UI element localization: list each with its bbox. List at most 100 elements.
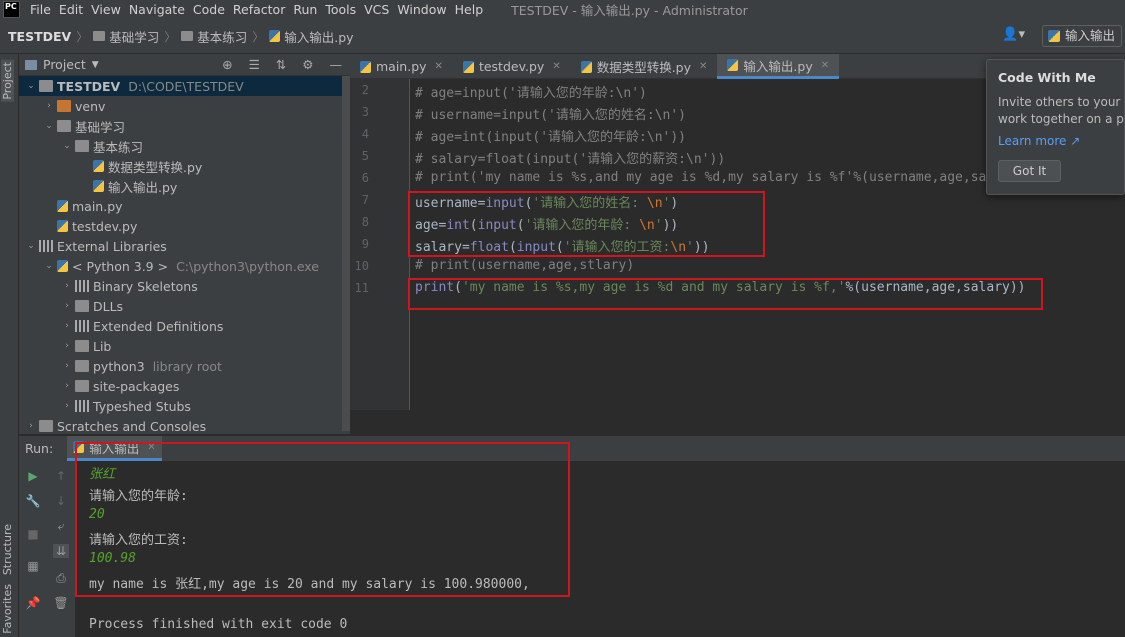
up-arrow-icon[interactable]: ↑ [53,469,69,483]
menu-navigate[interactable]: Navigate [125,2,189,17]
tree-item[interactable]: 输入输出.py [19,176,350,196]
chevron-right-icon[interactable]: › [61,301,73,311]
folder-icon [75,380,89,392]
tree-item[interactable]: ⌄ < Python 3.9 > C:\python3\python.exe [19,256,350,276]
chevron-down-icon[interactable]: ⌄ [61,141,73,151]
tree-item[interactable]: › site-packages [19,376,350,396]
locate-icon[interactable]: ⊕ [222,57,232,72]
tree-item[interactable]: › Extended Definitions [19,316,350,336]
chevron-right-icon[interactable]: › [25,421,37,431]
breadcrumb-item[interactable]: 基本练习 [181,27,247,46]
tree-item[interactable]: testdev.py [19,216,350,236]
tree-item[interactable]: ⌄ 基础学习 [19,116,350,136]
tree-item-label: 基础学习 [75,119,126,135]
editor-tab[interactable]: main.py ✕ [350,54,453,79]
tree-item[interactable]: › Typeshed Stubs [19,396,350,416]
chevron-down-icon[interactable]: ⌄ [25,241,37,251]
gear-icon[interactable]: ⚙ [302,57,313,72]
collapse-all-icon[interactable]: ☰ [249,57,260,72]
close-icon[interactable]: ✕ [821,60,829,71]
run-configuration-selector[interactable]: 输入输出 [1041,25,1122,47]
line-number: 11 [354,281,369,295]
menu-code[interactable]: Code [189,2,229,17]
popup-body-line: Invite others to your IDE to [998,95,1125,109]
editor-tab-label: 输入输出.py [743,58,813,74]
favorites-tool-tab[interactable]: Favorites [1,584,14,634]
chevron-right-icon[interactable]: › [61,321,73,331]
tree-item-label: 数据类型转换.py [108,159,203,175]
layout-icon[interactable]: ▦ [25,559,41,573]
structure-tool-tab[interactable]: Structure [1,524,14,575]
menu-view[interactable]: View [87,2,125,17]
tree-item[interactable]: ⌄ External Libraries [19,236,350,256]
down-arrow-icon[interactable]: ↓ [53,494,69,508]
breadcrumb-item[interactable]: 输入输出.py [269,27,354,46]
expand-all-icon[interactable]: ⇅ [276,57,286,72]
scroll-to-end-icon[interactable]: ⇊ [53,544,69,558]
tree-item[interactable]: › venv [19,96,350,116]
chevron-right-icon[interactable]: › [61,381,73,391]
menu-tools[interactable]: Tools [321,2,360,17]
print-icon[interactable]: ⎙ [53,571,69,585]
tree-item-label: Lib [93,338,112,354]
menu-help[interactable]: Help [451,2,488,17]
hide-icon[interactable]: — [330,57,343,72]
chevron-down-icon[interactable]: ▼ [92,60,99,70]
breadcrumb-item[interactable]: TESTDEV [8,29,71,44]
close-icon[interactable]: ✕ [699,61,707,72]
trash-icon[interactable]: 🗑 [53,596,69,610]
tree-item-label: < Python 3.9 > [72,258,169,274]
tree-item[interactable]: main.py [19,196,350,216]
tree-item[interactable]: ⌄ TESTDEV D:\CODE\TESTDEV [19,76,350,96]
stop-icon[interactable]: ■ [25,527,41,541]
breadcrumb-item[interactable]: 基础学习 [93,27,159,46]
editor-tab[interactable]: 数据类型转换.py ✕ [571,54,718,79]
tree-item-label: venv [75,98,106,114]
menu-refactor[interactable]: Refactor [229,2,289,17]
project-tool-tab[interactable]: Project [1,60,14,102]
menu-file[interactable]: File [26,2,55,17]
pin-icon[interactable]: 📌 [25,596,41,610]
menu-vcs[interactable]: VCS [360,2,393,17]
editor-tab-label: 数据类型转换.py [596,60,692,75]
tree-item[interactable]: › Binary Skeletons [19,276,350,296]
chevron-right-icon[interactable]: › [61,281,73,291]
code-line: # salary=float(input('请输入您的薪资:\n')) [415,152,726,167]
tree-item[interactable]: › Scratches and Consoles [19,416,350,436]
tree-item[interactable]: › DLLs [19,296,350,316]
chevron-right-icon: 〉 [164,29,177,44]
folder-icon [181,31,194,41]
folder-icon [75,360,89,372]
chevron-right-icon[interactable]: › [43,101,55,111]
got-it-button[interactable]: Got It [998,160,1061,182]
chevron-right-icon[interactable]: › [61,401,73,411]
menu-window[interactable]: Window [393,2,450,17]
chevron-down-icon[interactable]: ⌄ [25,81,37,91]
folder-icon [39,420,53,432]
menu-bar: PC File Edit View Navigate Code Refactor Run To… [0,0,1125,19]
folder-icon [57,120,71,132]
project-view-selector[interactable]: Project [43,57,86,72]
chevron-down-icon[interactable]: ⌄ [43,121,55,131]
user-icon[interactable]: 👤▾ [1002,27,1025,42]
menu-edit[interactable]: Edit [55,2,87,17]
wrench-icon[interactable]: 🔧 [25,494,41,508]
rerun-icon[interactable]: ▶ [25,469,41,483]
window-title: TESTDEV - 输入输出.py - Administrator [511,3,748,18]
chevron-right-icon[interactable]: › [61,341,73,351]
project-view-icon [25,59,37,70]
learn-more-link[interactable]: Learn more ↗ [998,134,1124,148]
menu-run[interactable]: Run [289,2,321,17]
tree-item[interactable]: ⌄ 基本练习 [19,136,350,156]
chevron-right-icon: 〉 [252,29,265,44]
chevron-down-icon[interactable]: ⌄ [43,261,55,271]
tree-item[interactable]: › Lib [19,336,350,356]
close-icon[interactable]: ✕ [552,61,560,72]
tree-item[interactable]: › python3 library root [19,356,350,376]
editor-tab[interactable]: 输入输出.py ✕ [717,54,840,79]
tree-item[interactable]: 数据类型转换.py [19,156,350,176]
editor-tab[interactable]: testdev.py ✕ [453,54,571,79]
soft-wrap-icon[interactable]: ⤶ [53,519,69,533]
chevron-right-icon[interactable]: › [61,361,73,371]
close-icon[interactable]: ✕ [435,61,443,72]
